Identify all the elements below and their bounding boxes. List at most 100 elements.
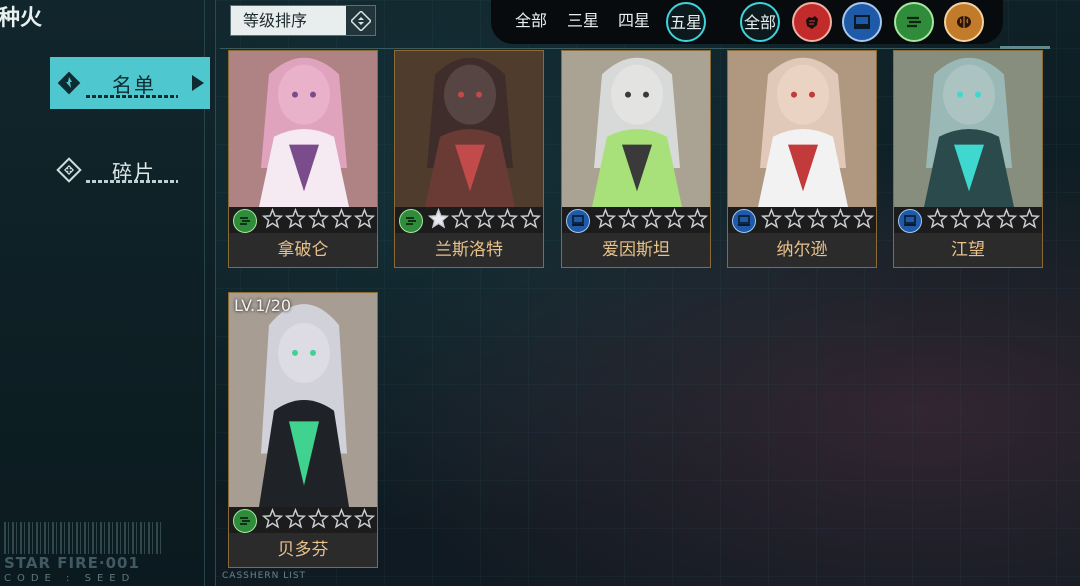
- barcode-decoration: [4, 522, 164, 554]
- star-empty-icon: [686, 207, 709, 234]
- character-name-text: 兰斯洛特: [435, 240, 503, 260]
- character-info-bar: [395, 207, 543, 235]
- character-name-text: 贝多芬: [277, 540, 329, 560]
- character-info-bar: [229, 207, 377, 235]
- fragments-icon: [56, 157, 82, 183]
- header-divider-accent: [1000, 46, 1050, 49]
- star-rating: [926, 207, 1041, 234]
- star-rating: [427, 207, 542, 234]
- character-name-text: 江望: [951, 240, 985, 260]
- star-empty-icon: [353, 207, 376, 234]
- star-empty-icon: [972, 207, 995, 234]
- character-name-text: 拿破仑: [277, 240, 329, 260]
- speed-icon: [233, 209, 257, 233]
- rarity-filter-4star[interactable]: 四星: [618, 8, 650, 34]
- monitor-icon: [566, 209, 590, 233]
- brain-icon[interactable]: [944, 2, 984, 42]
- speed-icon: [399, 209, 423, 233]
- list-caption: CASSHERN LIST: [222, 571, 307, 581]
- character-name: 兰斯洛特: [395, 233, 543, 267]
- star-empty-icon: [307, 207, 330, 234]
- character-name-text: 纳尔逊: [776, 240, 828, 260]
- character-info-bar: [229, 507, 377, 535]
- monitor-icon[interactable]: [842, 2, 882, 42]
- star-rating: [594, 207, 709, 234]
- star-empty-icon: [829, 207, 852, 234]
- star-empty-icon: [663, 207, 686, 234]
- monitor-icon: [732, 209, 756, 233]
- nav-roster-underline: [86, 95, 178, 98]
- star-empty-icon: [617, 207, 640, 234]
- roster-icon: [56, 70, 82, 96]
- character-card[interactable]: 江望: [893, 50, 1043, 268]
- star-empty-icon: [1018, 207, 1041, 234]
- character-card[interactable]: LV.1/20 贝多芬: [228, 292, 378, 568]
- star-empty-icon: [496, 207, 519, 234]
- star-empty-icon: [330, 507, 353, 534]
- star-empty-icon: [852, 207, 875, 234]
- character-portrait: [562, 51, 710, 207]
- star-filled-icon: [427, 207, 450, 234]
- character-name: 江望: [894, 233, 1042, 267]
- class-filter-all[interactable]: 全部: [740, 2, 780, 42]
- character-portrait: [728, 51, 876, 207]
- star-empty-icon: [261, 507, 284, 534]
- character-info-bar: [562, 207, 710, 235]
- star-empty-icon: [473, 207, 496, 234]
- star-rating: [261, 207, 376, 234]
- character-name: 拿破仑: [229, 233, 377, 267]
- character-name: 爱因斯坦: [562, 233, 710, 267]
- character-info-bar: [894, 207, 1042, 235]
- star-empty-icon: [926, 207, 949, 234]
- rarity-filter-3star[interactable]: 三星: [567, 8, 599, 34]
- star-empty-icon: [519, 207, 542, 234]
- sort-toggle-icon[interactable]: [346, 6, 375, 35]
- star-rating: [261, 507, 376, 534]
- character-card[interactable]: 拿破仑: [228, 50, 378, 268]
- star-empty-icon: [949, 207, 972, 234]
- star-empty-icon: [261, 207, 284, 234]
- star-empty-icon: [353, 507, 376, 534]
- character-portrait: [894, 51, 1042, 207]
- header-divider: [220, 48, 1050, 49]
- left-sidebar: 种火 名单 碎片 STAR FIRE·001 CODE : SEED: [0, 0, 216, 586]
- star-empty-icon: [594, 207, 617, 234]
- character-card[interactable]: 爱因斯坦: [561, 50, 711, 268]
- rarity-filter-all[interactable]: 全部: [515, 8, 547, 34]
- page-title: 种火: [0, 6, 43, 31]
- star-empty-icon: [995, 207, 1018, 234]
- sort-dropdown-label: 等级排序: [243, 11, 308, 30]
- character-card[interactable]: 纳尔逊: [727, 50, 877, 268]
- monitor-icon: [898, 209, 922, 233]
- character-level: LV.1/20: [234, 296, 292, 315]
- chevron-right-icon: [192, 75, 204, 91]
- fist-icon[interactable]: [792, 2, 832, 42]
- character-name-text: 爱因斯坦: [602, 240, 670, 260]
- star-empty-icon: [640, 207, 663, 234]
- character-name: 纳尔逊: [728, 233, 876, 267]
- star-empty-icon: [307, 507, 330, 534]
- character-portrait: [395, 51, 543, 207]
- star-empty-icon: [284, 207, 307, 234]
- star-empty-icon: [330, 207, 353, 234]
- nav-fragments-underline: [86, 180, 178, 183]
- code-label: CODE : SEED: [4, 573, 136, 584]
- star-empty-icon: [284, 507, 307, 534]
- nav-roster-label: 名单: [112, 72, 156, 97]
- star-empty-icon: [760, 207, 783, 234]
- brand-label: STAR FIRE·001: [4, 554, 140, 572]
- star-rating: [760, 207, 875, 234]
- star-empty-icon: [783, 207, 806, 234]
- rarity-filter-5star[interactable]: 五星: [666, 2, 706, 42]
- star-empty-icon: [450, 207, 473, 234]
- star-empty-icon: [806, 207, 829, 234]
- character-info-bar: [728, 207, 876, 235]
- character-card[interactable]: 兰斯洛特: [394, 50, 544, 268]
- nav-fragments-tab[interactable]: 碎片: [50, 144, 210, 196]
- speed-icon[interactable]: [894, 2, 934, 42]
- sort-dropdown[interactable]: 等级排序: [230, 5, 376, 36]
- filter-bar: 全部 三星 四星 五星 全部: [491, 0, 1003, 44]
- character-portrait: [229, 293, 377, 507]
- nav-roster-tab[interactable]: 名单: [50, 57, 210, 109]
- speed-icon: [233, 509, 257, 533]
